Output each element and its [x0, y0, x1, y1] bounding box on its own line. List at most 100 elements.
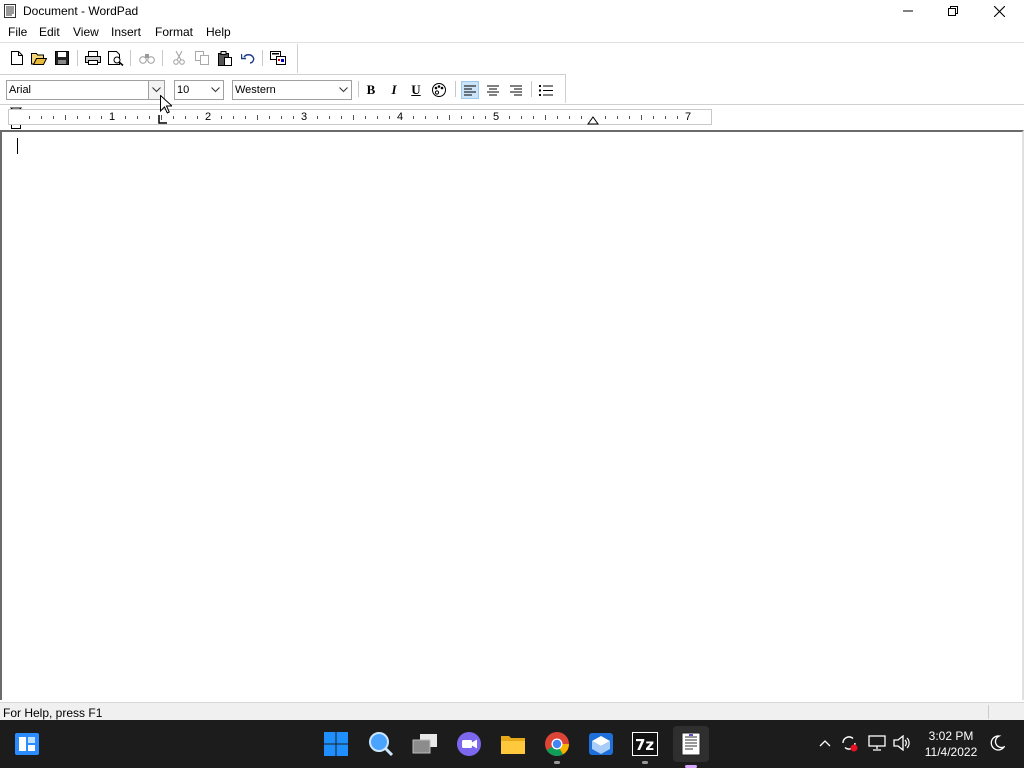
tab-stop-icon[interactable]	[158, 115, 168, 125]
paste-button[interactable]	[217, 50, 233, 66]
open-icon	[31, 53, 47, 65]
bullets-button[interactable]	[537, 81, 555, 99]
7zip-button[interactable]: 7z	[631, 730, 659, 764]
focus-moon-icon	[990, 735, 1005, 751]
standard-toolbar	[0, 44, 298, 73]
ruler-number: 7	[685, 111, 692, 123]
sync-status-button[interactable]	[840, 734, 858, 752]
clock[interactable]: 3:02 PM 11/4/2022	[920, 728, 982, 760]
ruler-tick	[125, 116, 126, 119]
close-button[interactable]	[976, 0, 1022, 22]
copy-icon	[195, 51, 209, 65]
align-right-button[interactable]	[507, 81, 525, 99]
file-explorer-button[interactable]	[499, 730, 527, 758]
toolbar-separator	[77, 50, 78, 66]
print-preview-button[interactable]	[108, 50, 124, 66]
align-left-button[interactable]	[461, 81, 479, 99]
font-name-value: Arial	[9, 84, 32, 96]
show-hidden-icons-button[interactable]	[816, 734, 834, 752]
menu-edit[interactable]: Edit	[39, 25, 60, 39]
clock-date: 11/4/2022	[924, 745, 978, 759]
ruler-tick	[521, 116, 522, 119]
ruler-tick	[137, 116, 138, 119]
wordpad-taskbar-button[interactable]	[673, 726, 709, 768]
ruler-tick	[221, 116, 222, 119]
status-bar: For Help, press F1	[0, 702, 1024, 720]
paste-icon	[218, 50, 232, 66]
search-icon	[369, 732, 394, 757]
undo-icon	[241, 54, 255, 64]
script-dropdown[interactable]: Western	[232, 80, 352, 100]
size-dropdown-button[interactable]	[207, 81, 223, 99]
menu-file[interactable]: File	[8, 25, 27, 39]
undo-button[interactable]	[240, 50, 256, 66]
chat-button[interactable]	[455, 730, 483, 758]
bullet-list-icon	[539, 84, 553, 96]
ruler-tick	[149, 116, 150, 119]
widgets-button[interactable]	[13, 730, 41, 758]
restore-icon	[948, 6, 958, 16]
open-button[interactable]	[31, 50, 47, 66]
ruler-number: 5	[493, 111, 500, 123]
task-view-icon	[412, 734, 437, 754]
cut-button	[171, 50, 187, 66]
ruler-tick	[413, 116, 414, 119]
ruler-tick	[449, 115, 450, 120]
notifications-button[interactable]	[988, 734, 1006, 752]
menu-view[interactable]: View	[73, 25, 99, 39]
toolbar-separator	[455, 81, 456, 97]
chevron-down-icon	[210, 87, 220, 93]
ruler-tick	[677, 116, 678, 119]
save-button[interactable]	[54, 50, 70, 66]
cut-icon	[173, 51, 185, 65]
new-button[interactable]	[9, 50, 25, 66]
menu-insert[interactable]: Insert	[111, 25, 141, 39]
color-button[interactable]	[430, 81, 448, 99]
chrome-button[interactable]	[543, 730, 571, 764]
status-text: For Help, press F1	[3, 706, 103, 720]
start-button[interactable]	[322, 730, 350, 758]
bold-button[interactable]: B	[362, 81, 380, 99]
toolbar-separator	[262, 50, 263, 66]
ruler: 1 2 3 4 5 7	[8, 109, 712, 125]
insert-object-button[interactable]	[270, 50, 286, 66]
ruler-bar: 1 2 3 4 5 7	[0, 104, 1024, 130]
task-view-button[interactable]	[411, 730, 439, 758]
app-button[interactable]	[587, 730, 615, 758]
ruler-tick	[233, 116, 234, 119]
ruler-tick	[65, 115, 66, 120]
underline-button[interactable]: U	[407, 81, 425, 99]
ruler-tick	[641, 115, 642, 120]
italic-button[interactable]: I	[385, 81, 403, 99]
search-button[interactable]	[367, 730, 395, 758]
font-name-dropdown[interactable]: Arial	[6, 80, 165, 100]
document-area[interactable]	[0, 130, 1024, 700]
ruler-number: 1	[109, 111, 116, 123]
windows-start-icon	[324, 732, 348, 756]
right-indent-marker-icon[interactable]	[587, 115, 599, 125]
ruler-tick	[437, 116, 438, 119]
close-icon	[993, 5, 1005, 17]
toolbar-separator	[130, 50, 131, 66]
ruler-tick	[389, 116, 390, 119]
align-center-button[interactable]	[484, 81, 502, 99]
ruler-tick	[329, 116, 330, 119]
wordpad-app-icon	[4, 4, 16, 18]
ruler-tick	[605, 116, 606, 119]
menu-format[interactable]: Format	[155, 25, 193, 39]
network-button[interactable]	[868, 734, 886, 752]
volume-icon	[893, 735, 910, 751]
ruler-tick	[341, 116, 342, 119]
volume-button[interactable]	[893, 734, 911, 752]
menu-help[interactable]: Help	[206, 25, 231, 39]
text-caret	[17, 138, 18, 154]
script-dropdown-button[interactable]	[335, 81, 351, 99]
ruler-tick	[485, 116, 486, 119]
print-button[interactable]	[85, 50, 101, 66]
restore-button[interactable]	[930, 0, 976, 22]
running-indicator	[642, 761, 648, 764]
minimize-button[interactable]	[885, 0, 931, 22]
font-size-dropdown[interactable]: 10	[174, 80, 224, 100]
save-icon	[55, 51, 69, 65]
ruler-tick	[173, 116, 174, 119]
